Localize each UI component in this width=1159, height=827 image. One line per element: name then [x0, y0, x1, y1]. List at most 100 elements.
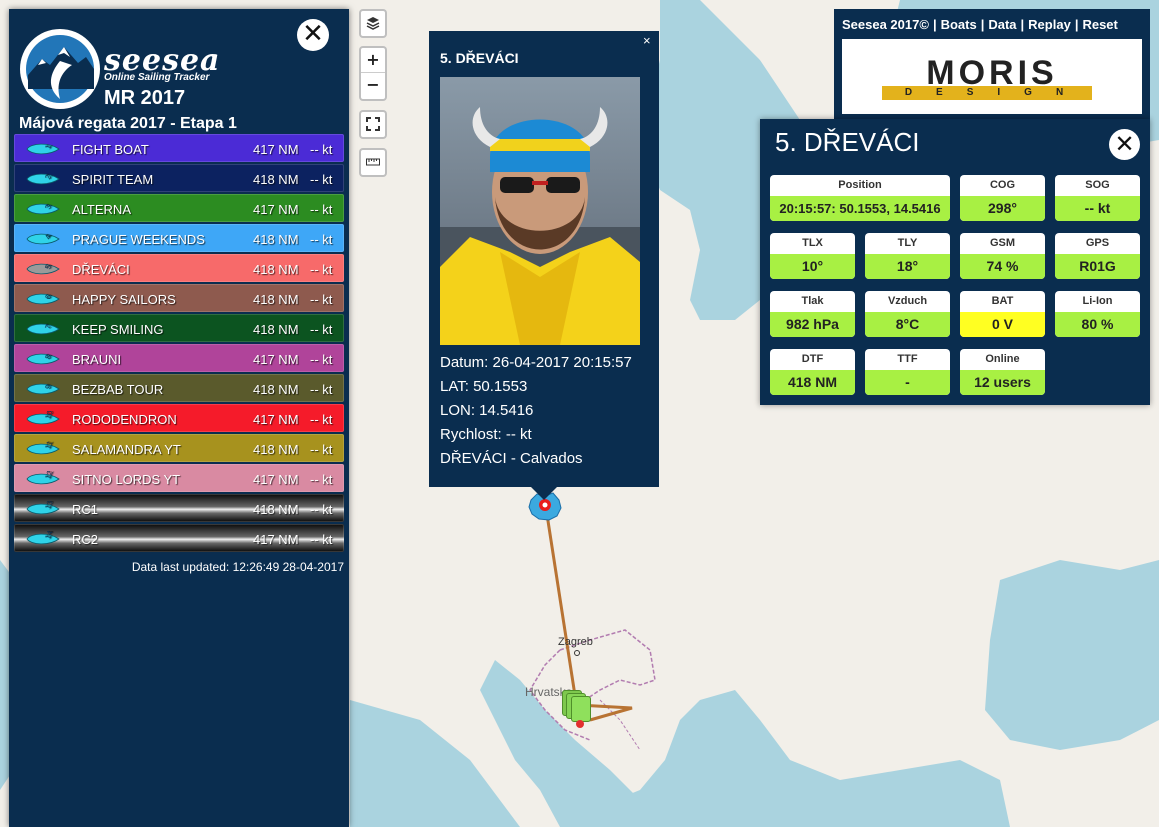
boat-row[interactable]: 4 PRAGUE WEEKENDS 418 NM -- kt [14, 224, 344, 252]
logo-subtitle: Online Sailing Tracker [104, 72, 210, 83]
boat-name: SITNO LORDS YT [72, 472, 181, 487]
popup-close-button[interactable]: × [643, 33, 651, 48]
tile-label: Vzduch [887, 295, 928, 307]
boat-speed: -- kt [310, 202, 333, 217]
boat-hull-icon: 7 [26, 323, 60, 335]
boat-distance: 418 NM [253, 322, 299, 337]
nav-link-boats[interactable]: Boats [941, 17, 977, 32]
boats-sidebar: seesea Online Sailing Tracker MR 2017 Má… [9, 9, 349, 827]
boat-name: DŘEVÁCI [72, 262, 130, 277]
popup-tip [530, 486, 558, 500]
measure-control[interactable] [359, 148, 387, 177]
boat-distance: 417 NM [253, 202, 299, 217]
boat-row[interactable]: 2 SPIRIT TEAM 418 NM -- kt [14, 164, 344, 192]
tile-value: 12 users [960, 370, 1045, 395]
tile-value: 0 V [960, 312, 1045, 337]
tile-label: TLY [897, 237, 918, 249]
boat-hull-icon: 2 [26, 173, 60, 185]
boat-distance: 417 NM [253, 532, 299, 547]
boat-hull-icon: 10 [26, 411, 60, 425]
boat-distance: 418 NM [253, 262, 299, 277]
boat-row[interactable]: 7 KEEP SMILING 418 NM -- kt [14, 314, 344, 342]
boat-row[interactable]: 9 BEZBAB TOUR 418 NM -- kt [14, 374, 344, 402]
boat-name: PRAGUE WEEKENDS [72, 232, 205, 247]
tile-label: Li-Ion [1082, 295, 1113, 307]
tile-position: Position 20:15:57: 50.1553, 14.5416 [770, 175, 950, 221]
layers-control[interactable] [359, 9, 387, 38]
boat-hull-icon: 5 [26, 263, 60, 275]
boat-speed: -- kt [310, 292, 333, 307]
boat-distance: 417 NM [253, 412, 299, 427]
tile-value: R01G [1055, 254, 1140, 279]
boat-name: SPIRIT TEAM [72, 172, 154, 187]
tile-tlak: Tlak 982 hPa [770, 291, 855, 337]
tile-sog: SOG -- kt [1055, 175, 1140, 221]
tile-value: 20:15:57: 50.1553, 14.5416 [770, 196, 950, 221]
tile-value: 18° [865, 254, 950, 279]
boat-name: KEEP SMILING [72, 322, 164, 337]
boat-distance: 418 NM [253, 442, 299, 457]
boat-row[interactable]: 3 ALTERNA 417 NM -- kt [14, 194, 344, 222]
boat-name: RC1 [72, 502, 99, 517]
popup-datum: Datum: 26-04-2017 20:15:57 [440, 354, 632, 371]
boat-distance: 417 NM [253, 142, 299, 157]
boat-speed: -- kt [310, 142, 333, 157]
tile-value: 418 NM [770, 370, 855, 395]
nav-link-reset[interactable]: Reset [1082, 17, 1117, 32]
tile-value: 10° [770, 254, 855, 279]
sidebar-close-button[interactable]: ✕ [297, 19, 329, 51]
zoom-control: + − [359, 46, 387, 101]
tile-label: TTF [897, 353, 918, 365]
tile-label: GSM [989, 237, 1016, 249]
detail-close-button[interactable]: ✕ [1109, 129, 1140, 160]
position-lon: 14.5416 [893, 201, 941, 216]
boat-hull-icon: 14 [26, 531, 60, 545]
fullscreen-icon[interactable] [361, 112, 385, 137]
layers-icon[interactable] [361, 11, 385, 36]
tile-bat: BAT 0 V [960, 291, 1045, 337]
boat-row[interactable]: 11 SALAMANDRA YT 418 NM -- kt [14, 434, 344, 462]
boat-speed: -- kt [310, 382, 333, 397]
boat-row[interactable]: 10 RODODENDRON 417 NM -- kt [14, 404, 344, 432]
boat-row[interactable]: 5 DŘEVÁCI 418 NM -- kt [14, 254, 344, 282]
tile-gsm: GSM 74 % [960, 233, 1045, 279]
zoom-in-button[interactable]: + [361, 48, 385, 73]
boat-hull-icon: 1 [26, 143, 60, 155]
boat-row[interactable]: 13 RC1 418 NM -- kt [14, 494, 344, 522]
popup-lat: LAT: 50.1553 [440, 378, 528, 395]
tile-label: COG [989, 179, 1016, 191]
boat-row[interactable]: 14 RC2 417 NM -- kt [14, 524, 344, 552]
boat-hull-icon: 8 [26, 353, 60, 365]
boat-row[interactable]: 1 FIGHT BOAT 417 NM -- kt [14, 134, 344, 162]
sponsor-banner[interactable]: MORIS DESIGN [842, 39, 1142, 114]
tile-label: Tlak [801, 295, 824, 307]
boat-row[interactable]: 8 BRAUNI 417 NM -- kt [14, 344, 344, 372]
boat-speed: -- kt [310, 442, 333, 457]
nav-link-data[interactable]: Data [988, 17, 1016, 32]
boat-row[interactable]: 6 HAPPY SAILORS 418 NM -- kt [14, 284, 344, 312]
ruler-icon[interactable] [361, 150, 385, 175]
boat-detail-panel: 5. DŘEVÁCI ✕ Position 20:15:57: 50.1553,… [760, 119, 1150, 405]
tile-value: 80 % [1055, 312, 1140, 337]
boat-name: RC2 [72, 532, 99, 547]
map-label-zagreb: Zagreb [558, 636, 593, 648]
boat-distance: 417 NM [253, 352, 299, 367]
boat-name: SALAMANDRA YT [72, 442, 181, 457]
tile-tlx: TLX 10° [770, 233, 855, 279]
zoom-out-button[interactable]: − [361, 73, 385, 98]
nav-link-replay[interactable]: Replay [1028, 17, 1071, 32]
fullscreen-control[interactable] [359, 110, 387, 139]
tile-label: GPS [1085, 237, 1110, 249]
boat-hull-icon: 4 [26, 233, 60, 245]
tile-ttf: TTF - [865, 349, 950, 395]
detail-title: 5. DŘEVÁCI [775, 127, 920, 157]
boat-speed: -- kt [310, 172, 333, 187]
boat-cluster-marker[interactable] [562, 690, 591, 728]
event-full-name: Májová regata 2017 - Etapa 1 [19, 115, 237, 132]
boat-distance: 418 NM [253, 502, 299, 517]
boat-row[interactable]: 12 SITNO LORDS YT 417 NM -- kt [14, 464, 344, 492]
position-time: 20:15:57 [779, 201, 832, 216]
tile-tly: TLY 18° [865, 233, 950, 279]
tile-label: TLX [802, 237, 823, 249]
boat-hull-icon: 3 [26, 203, 60, 215]
